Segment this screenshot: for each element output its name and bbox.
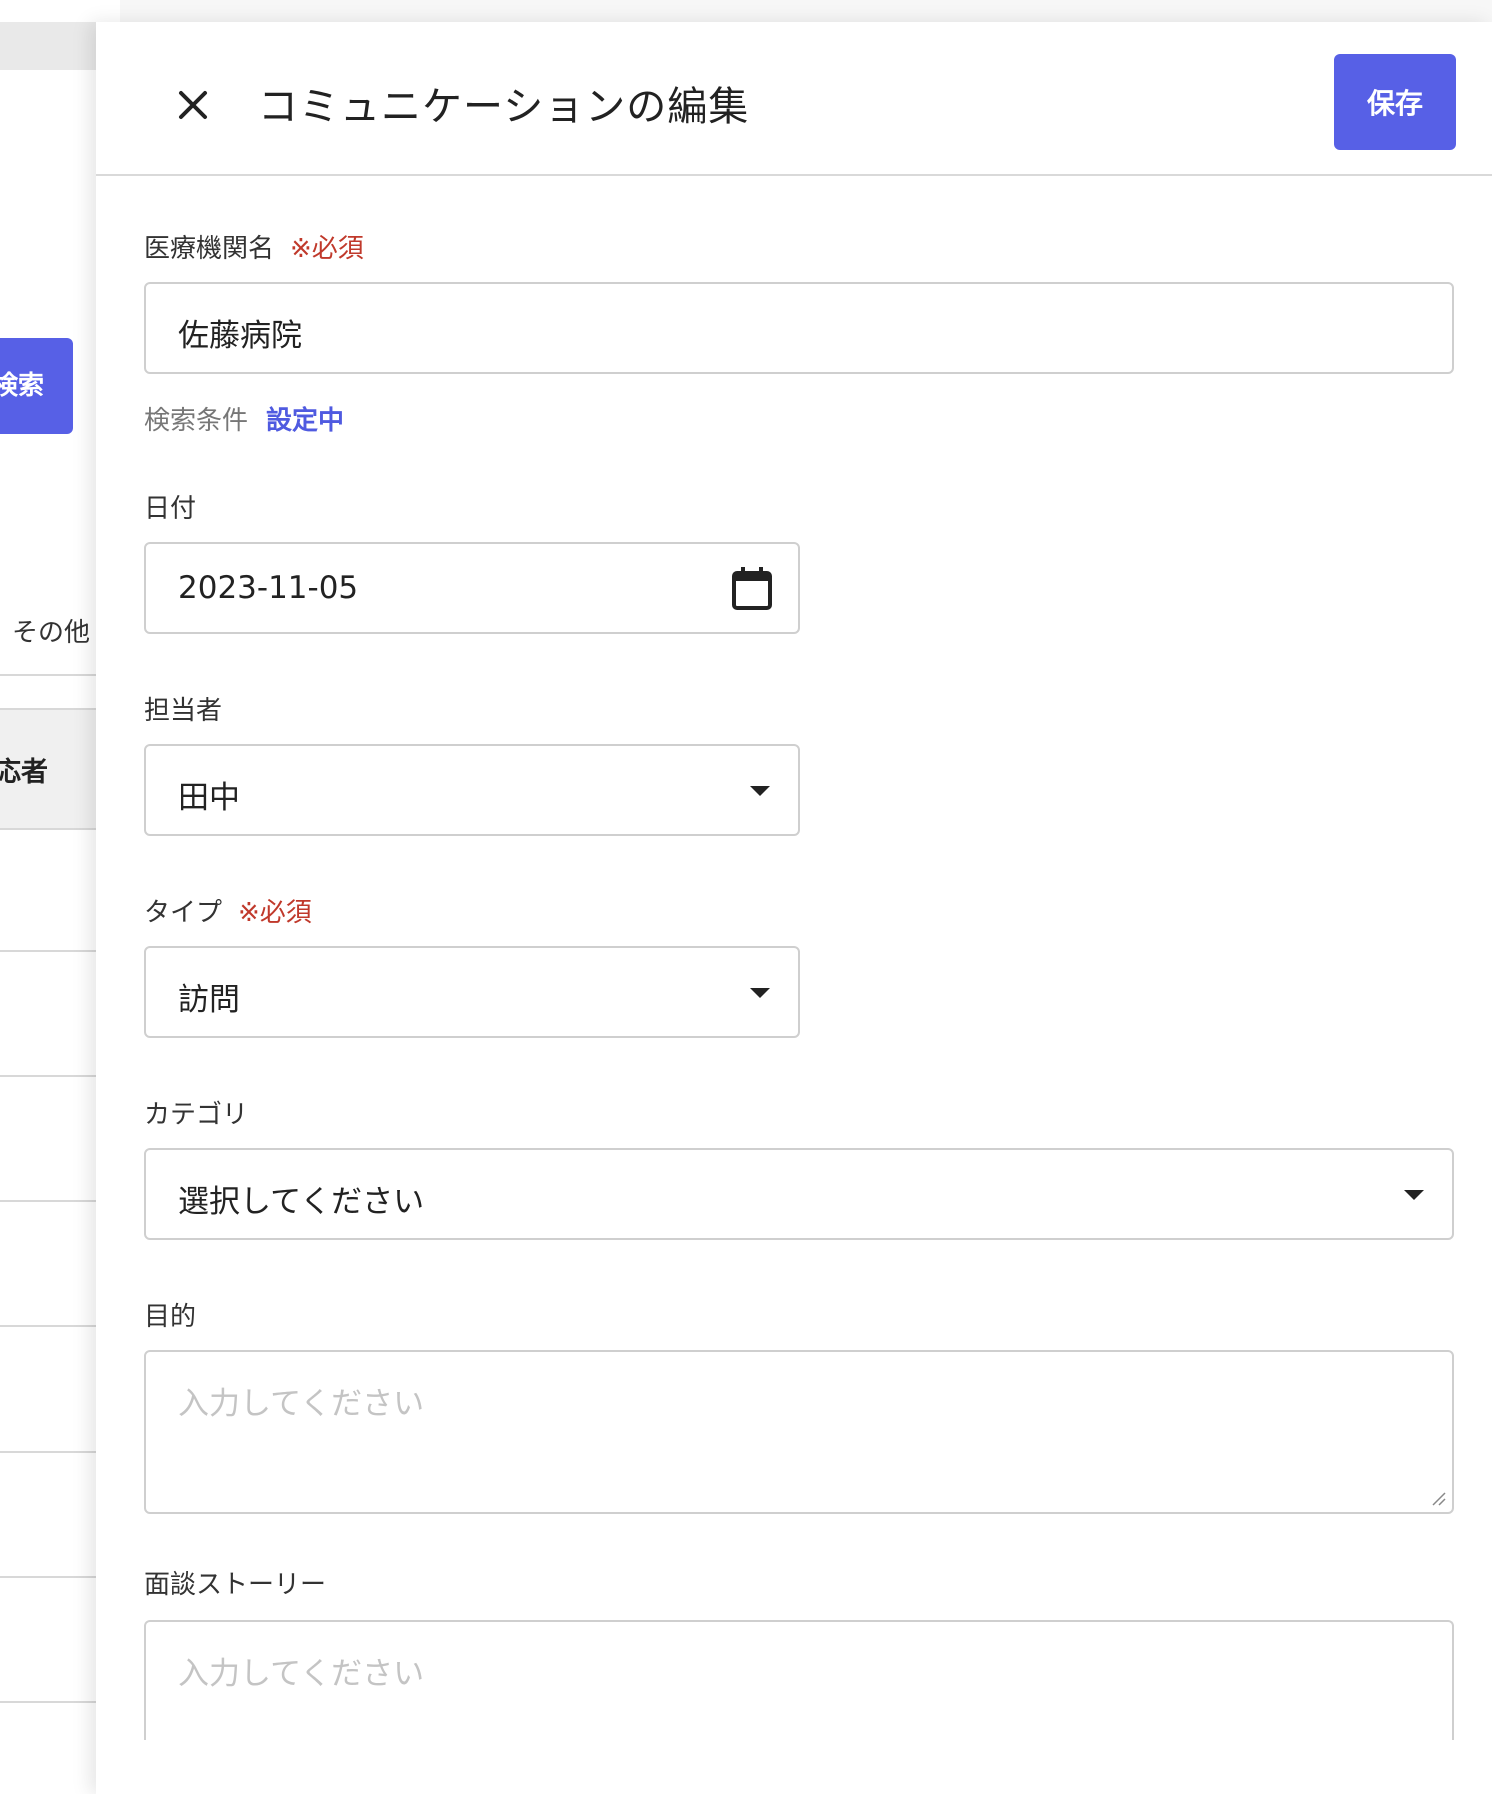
chevron-down-icon [1404, 1190, 1424, 1200]
search-condition-status-link[interactable]: 設定中 [266, 406, 344, 436]
background-divider [0, 674, 96, 676]
type-select[interactable]: 訪問 [144, 946, 800, 1038]
assignee-label: 担当者 [144, 696, 223, 726]
background-row-divider [0, 1451, 96, 1453]
background-row-divider [0, 1200, 96, 1202]
panel-header: コミュニケーションの編集 保存 [96, 22, 1492, 176]
story-label: 面談ストーリー [144, 1570, 327, 1600]
save-button[interactable]: 保存 [1334, 54, 1456, 150]
purpose-label: 目的 [144, 1302, 197, 1332]
date-value: 2023-11-05 [178, 570, 359, 606]
date-input[interactable]: 2023-11-05 [144, 542, 800, 634]
assignee-select[interactable]: 田中 [144, 744, 800, 836]
background-row-divider [0, 1325, 96, 1327]
background-table-header: 応者 [0, 708, 96, 830]
institution-input[interactable]: 佐藤病院 [144, 282, 1454, 374]
background-row-divider [0, 1701, 96, 1703]
chevron-down-icon [750, 988, 770, 998]
close-icon [179, 91, 207, 119]
search-condition-label: 検索条件 [144, 406, 249, 436]
background-row-divider [0, 950, 96, 952]
assignee-value: 田中 [178, 780, 240, 816]
story-placeholder: 入力してください [178, 1656, 425, 1692]
background-table-header-label: 応者 [0, 757, 48, 788]
background-topbar [0, 22, 96, 70]
background-filter-label: その他 [12, 618, 91, 648]
background-row-divider [0, 1576, 96, 1578]
type-label-text: タイプ [144, 898, 223, 928]
purpose-textarea[interactable]: 入力してください [144, 1350, 1454, 1514]
purpose-placeholder: 入力してください [178, 1386, 425, 1422]
required-badge: ※必須 [238, 898, 312, 928]
type-value: 訪問 [178, 982, 240, 1018]
background-search-button-label: 検索 [0, 371, 45, 401]
institution-label: 医療機関名 ※必須 [144, 228, 364, 265]
category-label: カテゴリ [144, 1100, 249, 1130]
background-search-button[interactable]: 検索 [0, 338, 73, 434]
search-condition: 検索条件 設定中 [144, 400, 344, 437]
calendar-icon[interactable] [730, 566, 774, 612]
page-title: コミュニケーションの編集 [258, 84, 750, 130]
background-row-divider [0, 1075, 96, 1077]
edit-communication-panel: コミュニケーションの編集 保存 医療機関名 ※必須 佐藤病院 検索条件 設定中 日付… [96, 22, 1492, 1794]
date-label: 日付 [144, 494, 197, 524]
required-badge: ※必須 [290, 234, 364, 264]
category-select[interactable]: 選択してください [144, 1148, 1454, 1240]
close-button[interactable] [168, 80, 218, 130]
institution-value: 佐藤病院 [178, 318, 302, 354]
story-textarea[interactable]: 入力してください [144, 1620, 1454, 1740]
resize-handle-icon[interactable] [1430, 1490, 1446, 1506]
type-label: タイプ ※必須 [144, 892, 312, 929]
category-value: 選択してください [178, 1184, 425, 1220]
institution-label-text: 医療機関名 [144, 234, 275, 264]
chevron-down-icon [750, 786, 770, 796]
